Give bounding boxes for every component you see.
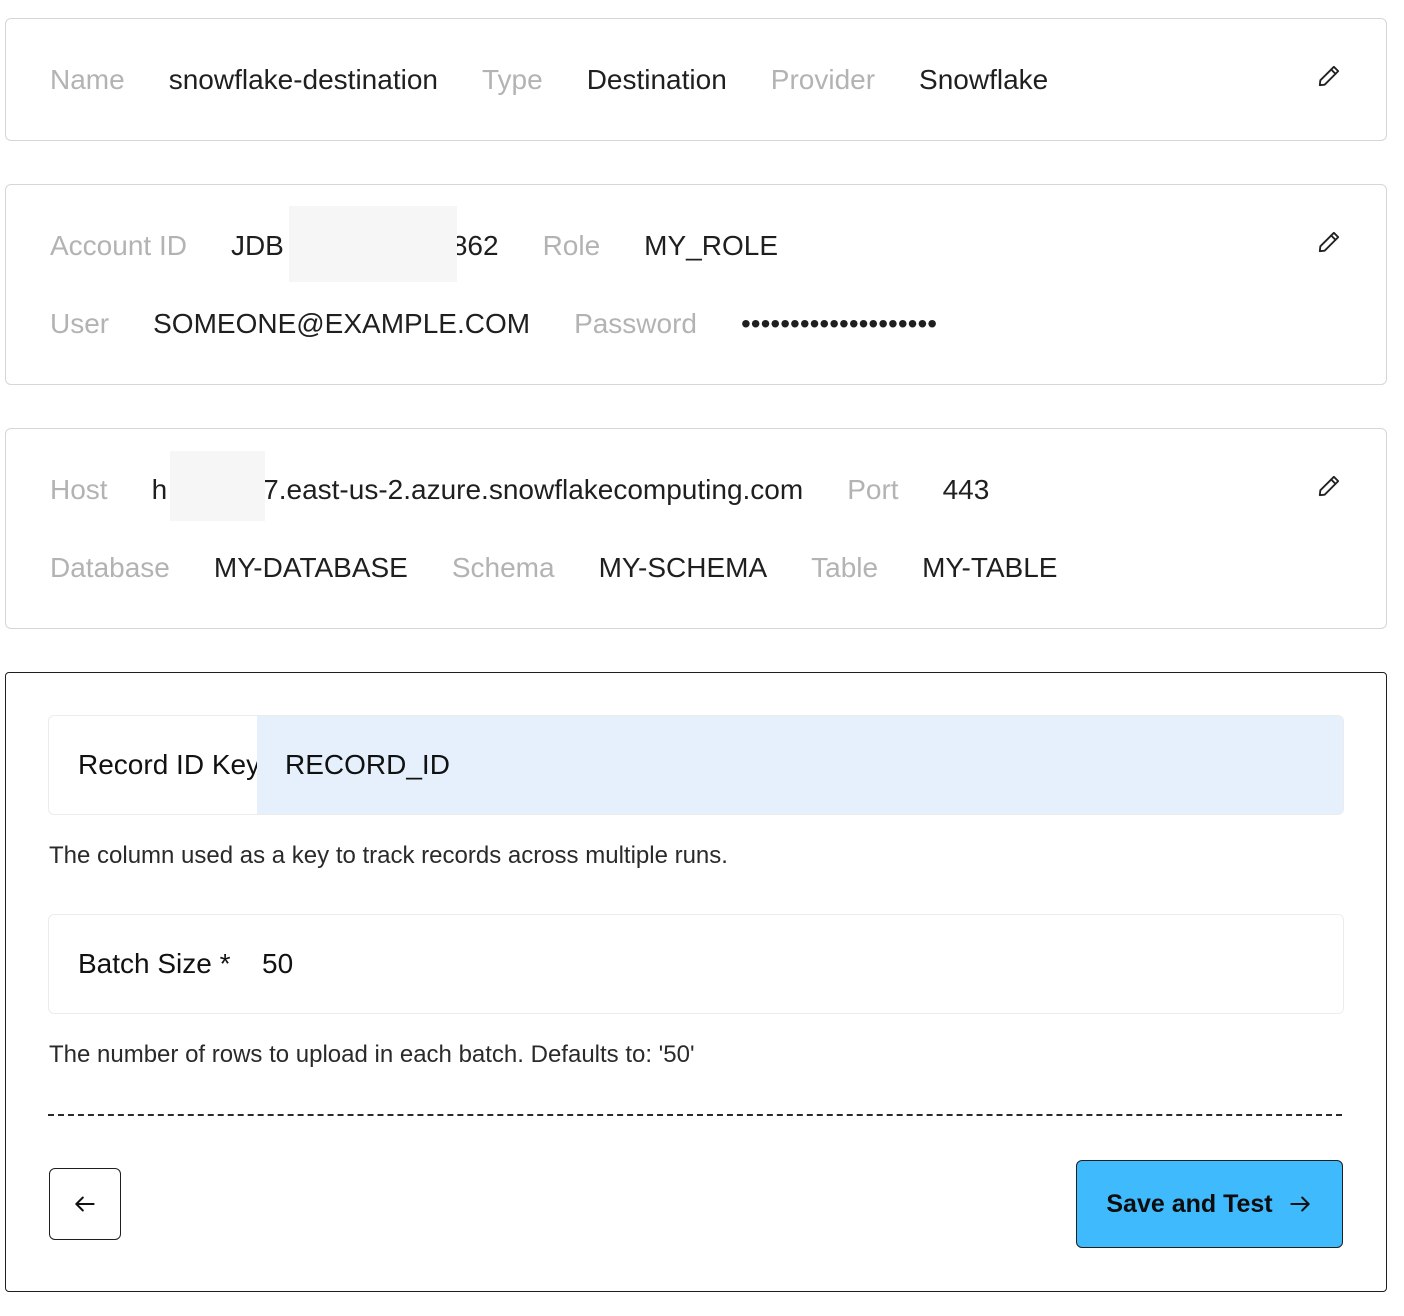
connection-card: Host h 7.east-us-2.azure.snowflakecomput… xyxy=(5,428,1387,629)
batch-size-field: Batch Size * xyxy=(48,914,1344,1014)
table-value: MY-TABLE xyxy=(922,552,1058,583)
batch-size-help: The number of rows to upload in each bat… xyxy=(49,1041,695,1068)
schema-label: Schema xyxy=(451,552,555,583)
pencil-icon xyxy=(1318,65,1340,87)
user-label: User xyxy=(50,308,110,339)
provider-label: Provider xyxy=(770,64,876,95)
host-redaction xyxy=(170,451,265,521)
batch-size-label: Batch Size * xyxy=(78,948,231,979)
connection-row-2: Database MY-DATABASE Schema MY-SCHEMA Ta… xyxy=(50,548,1057,588)
schema-value: MY-SCHEMA xyxy=(598,552,768,583)
edit-credentials-button[interactable] xyxy=(1309,222,1349,262)
role-label: Role xyxy=(542,230,601,261)
type-value: Destination xyxy=(586,64,727,95)
port-value: 443 xyxy=(942,474,990,505)
edit-connection-button[interactable] xyxy=(1309,466,1349,506)
role-value: MY_ROLE xyxy=(644,230,778,261)
settings-form-card: Record ID Key The column used as a key t… xyxy=(5,672,1387,1292)
pencil-icon xyxy=(1318,475,1340,497)
credentials-row-2: User SOMEONE@EXAMPLE.COM Password ••••••… xyxy=(50,304,937,344)
account-id-redaction xyxy=(289,206,457,282)
credentials-card: Account ID JDB 862 Role MY_ROLE User SOM… xyxy=(5,184,1387,385)
name-label: Name xyxy=(50,64,125,95)
database-label: Database xyxy=(50,552,170,583)
arrow-left-icon xyxy=(75,1196,95,1212)
back-button[interactable] xyxy=(49,1168,121,1240)
general-info-row: Name snowflake-destination Type Destinat… xyxy=(50,60,1048,100)
edit-general-button[interactable] xyxy=(1309,56,1349,96)
pencil-icon xyxy=(1318,231,1340,253)
record-id-key-field: Record ID Key xyxy=(48,715,1344,815)
record-id-key-label: Record ID Key xyxy=(78,749,261,780)
table-label: Table xyxy=(811,552,879,583)
save-and-test-label: Save and Test xyxy=(1106,1189,1273,1218)
host-label: Host xyxy=(50,474,108,505)
port-label: Port xyxy=(847,474,899,505)
user-value: SOMEONE@EXAMPLE.COM xyxy=(153,308,531,339)
form-divider xyxy=(48,1114,1342,1116)
save-and-test-button[interactable]: Save and Test xyxy=(1076,1160,1343,1248)
batch-size-input[interactable] xyxy=(234,915,1343,1013)
record-id-key-input[interactable] xyxy=(257,716,1343,814)
account-id-value-start: JDB xyxy=(230,230,284,261)
account-id-value-end: 862 xyxy=(451,230,499,261)
password-value: •••••••••••••••••••• xyxy=(741,308,938,339)
host-value-end: 7.east-us-2.azure.snowflakecomputing.com xyxy=(263,474,804,505)
database-value: MY-DATABASE xyxy=(213,552,408,583)
account-id-label: Account ID xyxy=(50,230,187,261)
host-value-start: h xyxy=(151,474,168,505)
provider-value: Snowflake xyxy=(919,64,1049,95)
arrow-right-icon xyxy=(1289,1196,1310,1212)
name-value: snowflake-destination xyxy=(168,64,438,95)
general-info-card: Name snowflake-destination Type Destinat… xyxy=(5,18,1387,141)
password-label: Password xyxy=(574,308,697,339)
record-id-key-help: The column used as a key to track record… xyxy=(49,842,728,869)
type-label: Type xyxy=(481,64,543,95)
